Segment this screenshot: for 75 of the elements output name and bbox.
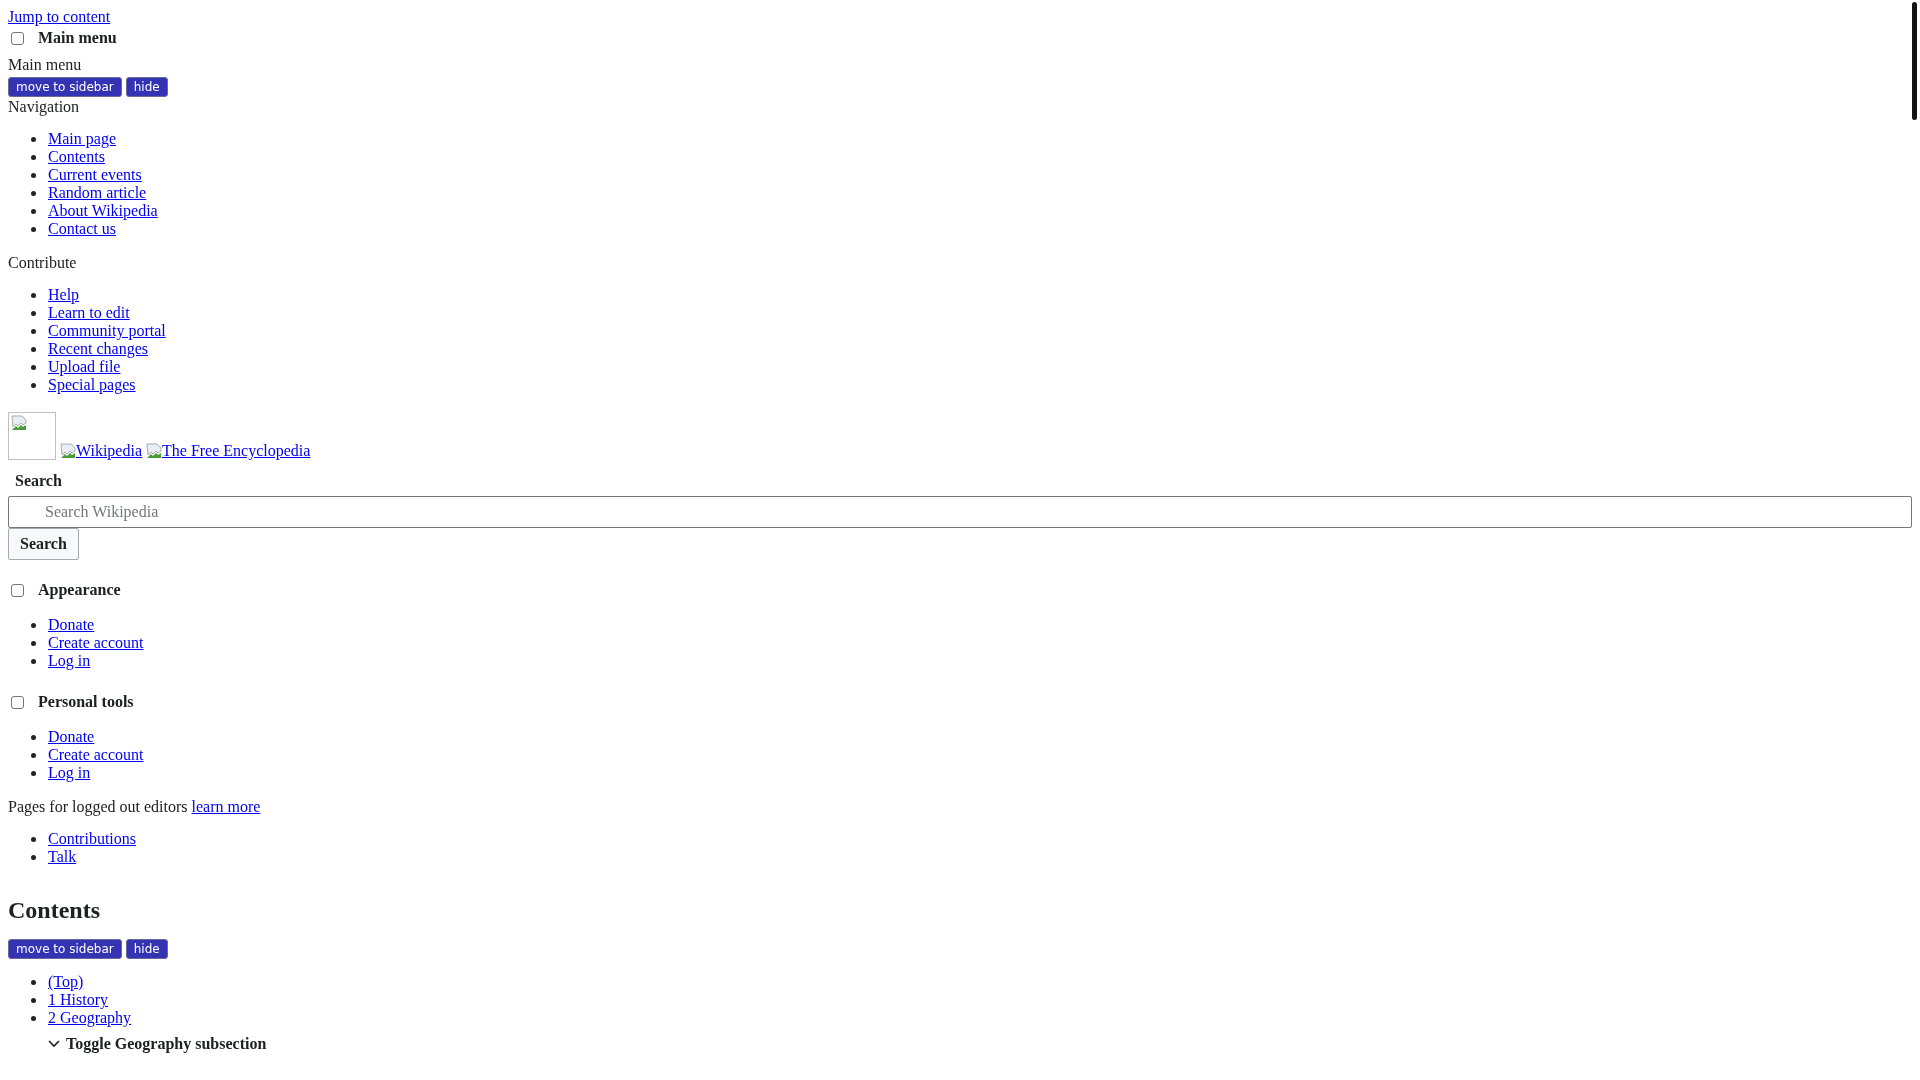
learn-more-link[interactable]: learn more (191, 798, 261, 815)
broken-image-icon (146, 443, 162, 459)
menu-link[interactable]: Create account (48, 746, 144, 764)
menu-link[interactable]: Random article (48, 184, 147, 202)
bullet (31, 191, 36, 196)
search-label: Search (15, 472, 62, 490)
checkbox[interactable] (11, 583, 24, 597)
menu-link[interactable]: Donate (48, 616, 95, 634)
menu-link[interactable]: Log in (48, 764, 91, 782)
menu-link[interactable]: Help (48, 286, 80, 304)
search-button[interactable]: Search (8, 528, 79, 560)
checkbox[interactable] (11, 695, 24, 709)
menu-link[interactable]: Donate (48, 728, 95, 746)
menu-link[interactable]: Contact us (48, 220, 116, 238)
bullet (31, 293, 36, 298)
menu-link[interactable]: Create account (48, 634, 144, 652)
wordmark-link[interactable]: Wikipedia (60, 442, 142, 460)
skip-link[interactable]: Jump to content (8, 8, 111, 26)
menu-link[interactable]: Contributions (48, 830, 136, 848)
menu-toggle-label[interactable]: Main menu (38, 29, 117, 47)
menu-link[interactable]: Log in (48, 652, 91, 670)
broken-image-icon (60, 443, 76, 459)
menu-link[interactable]: Special pages (48, 376, 136, 394)
move-to-sidebar-button[interactable]: move to sidebar (8, 77, 122, 97)
bullet (31, 623, 36, 628)
chevron-down-icon[interactable] (48, 1040, 60, 1048)
bullet (31, 641, 36, 646)
bullet (31, 659, 36, 664)
move-to-sidebar-button[interactable]: move to sidebar (8, 939, 122, 959)
bullet (31, 347, 36, 352)
bullet (31, 155, 36, 160)
menu-link[interactable]: Current events (48, 166, 142, 184)
bullet (31, 137, 36, 142)
hide-button[interactable]: hide (125, 939, 168, 959)
menu-link[interactable]: Contents (48, 148, 105, 166)
broken-image-icon (11, 415, 27, 431)
menu-link[interactable]: Community portal (48, 322, 166, 340)
menu-link[interactable]: About Wikipedia (48, 202, 158, 220)
bullet (31, 837, 36, 842)
menu-link[interactable]: Talk (48, 848, 77, 866)
logo-placeholder[interactable] (8, 412, 56, 460)
bullet (31, 365, 36, 370)
menu-toggle-label[interactable]: Appearance (38, 581, 121, 599)
bullet (31, 173, 36, 178)
toggle-label[interactable]: Toggle Geography subsection (66, 1035, 267, 1053)
bullet (31, 227, 36, 232)
menu-link[interactable]: Learn to edit (48, 304, 130, 322)
checkbox[interactable] (11, 31, 24, 45)
bullet (31, 753, 36, 758)
section-heading: Navigation (8, 98, 80, 116)
search-field[interactable]: Search Wikipedia (8, 496, 1912, 528)
bullet (31, 209, 36, 214)
info-text: Pages for logged out editors (8, 798, 188, 815)
toc-link[interactable]: (Top) (48, 973, 84, 991)
menu-link[interactable]: Recent changes (48, 340, 148, 358)
toc-link[interactable]: 1 History (48, 991, 108, 1009)
toc-link[interactable]: 2 Geography (48, 1009, 132, 1027)
bullet (31, 998, 36, 1003)
tagline-link[interactable]: The Free Encyclopedia (146, 442, 311, 460)
bullet (31, 855, 36, 860)
menu-link[interactable]: Upload file (48, 358, 121, 376)
section-heading: Contribute (8, 254, 77, 272)
bullet (31, 329, 36, 334)
scrollbar[interactable] (1912, 2, 1917, 120)
bullet (31, 1016, 36, 1021)
menu-heading: Main menu (8, 56, 82, 74)
menu-toggle-label[interactable]: Personal tools (38, 693, 134, 711)
bullet (31, 311, 36, 316)
menu-link[interactable]: Main page (48, 130, 116, 148)
hide-button[interactable]: hide (125, 77, 168, 97)
bullet (31, 735, 36, 740)
bullet (31, 980, 36, 985)
bullet (31, 771, 36, 776)
contents-heading: Contents (8, 896, 100, 924)
bullet (31, 383, 36, 388)
